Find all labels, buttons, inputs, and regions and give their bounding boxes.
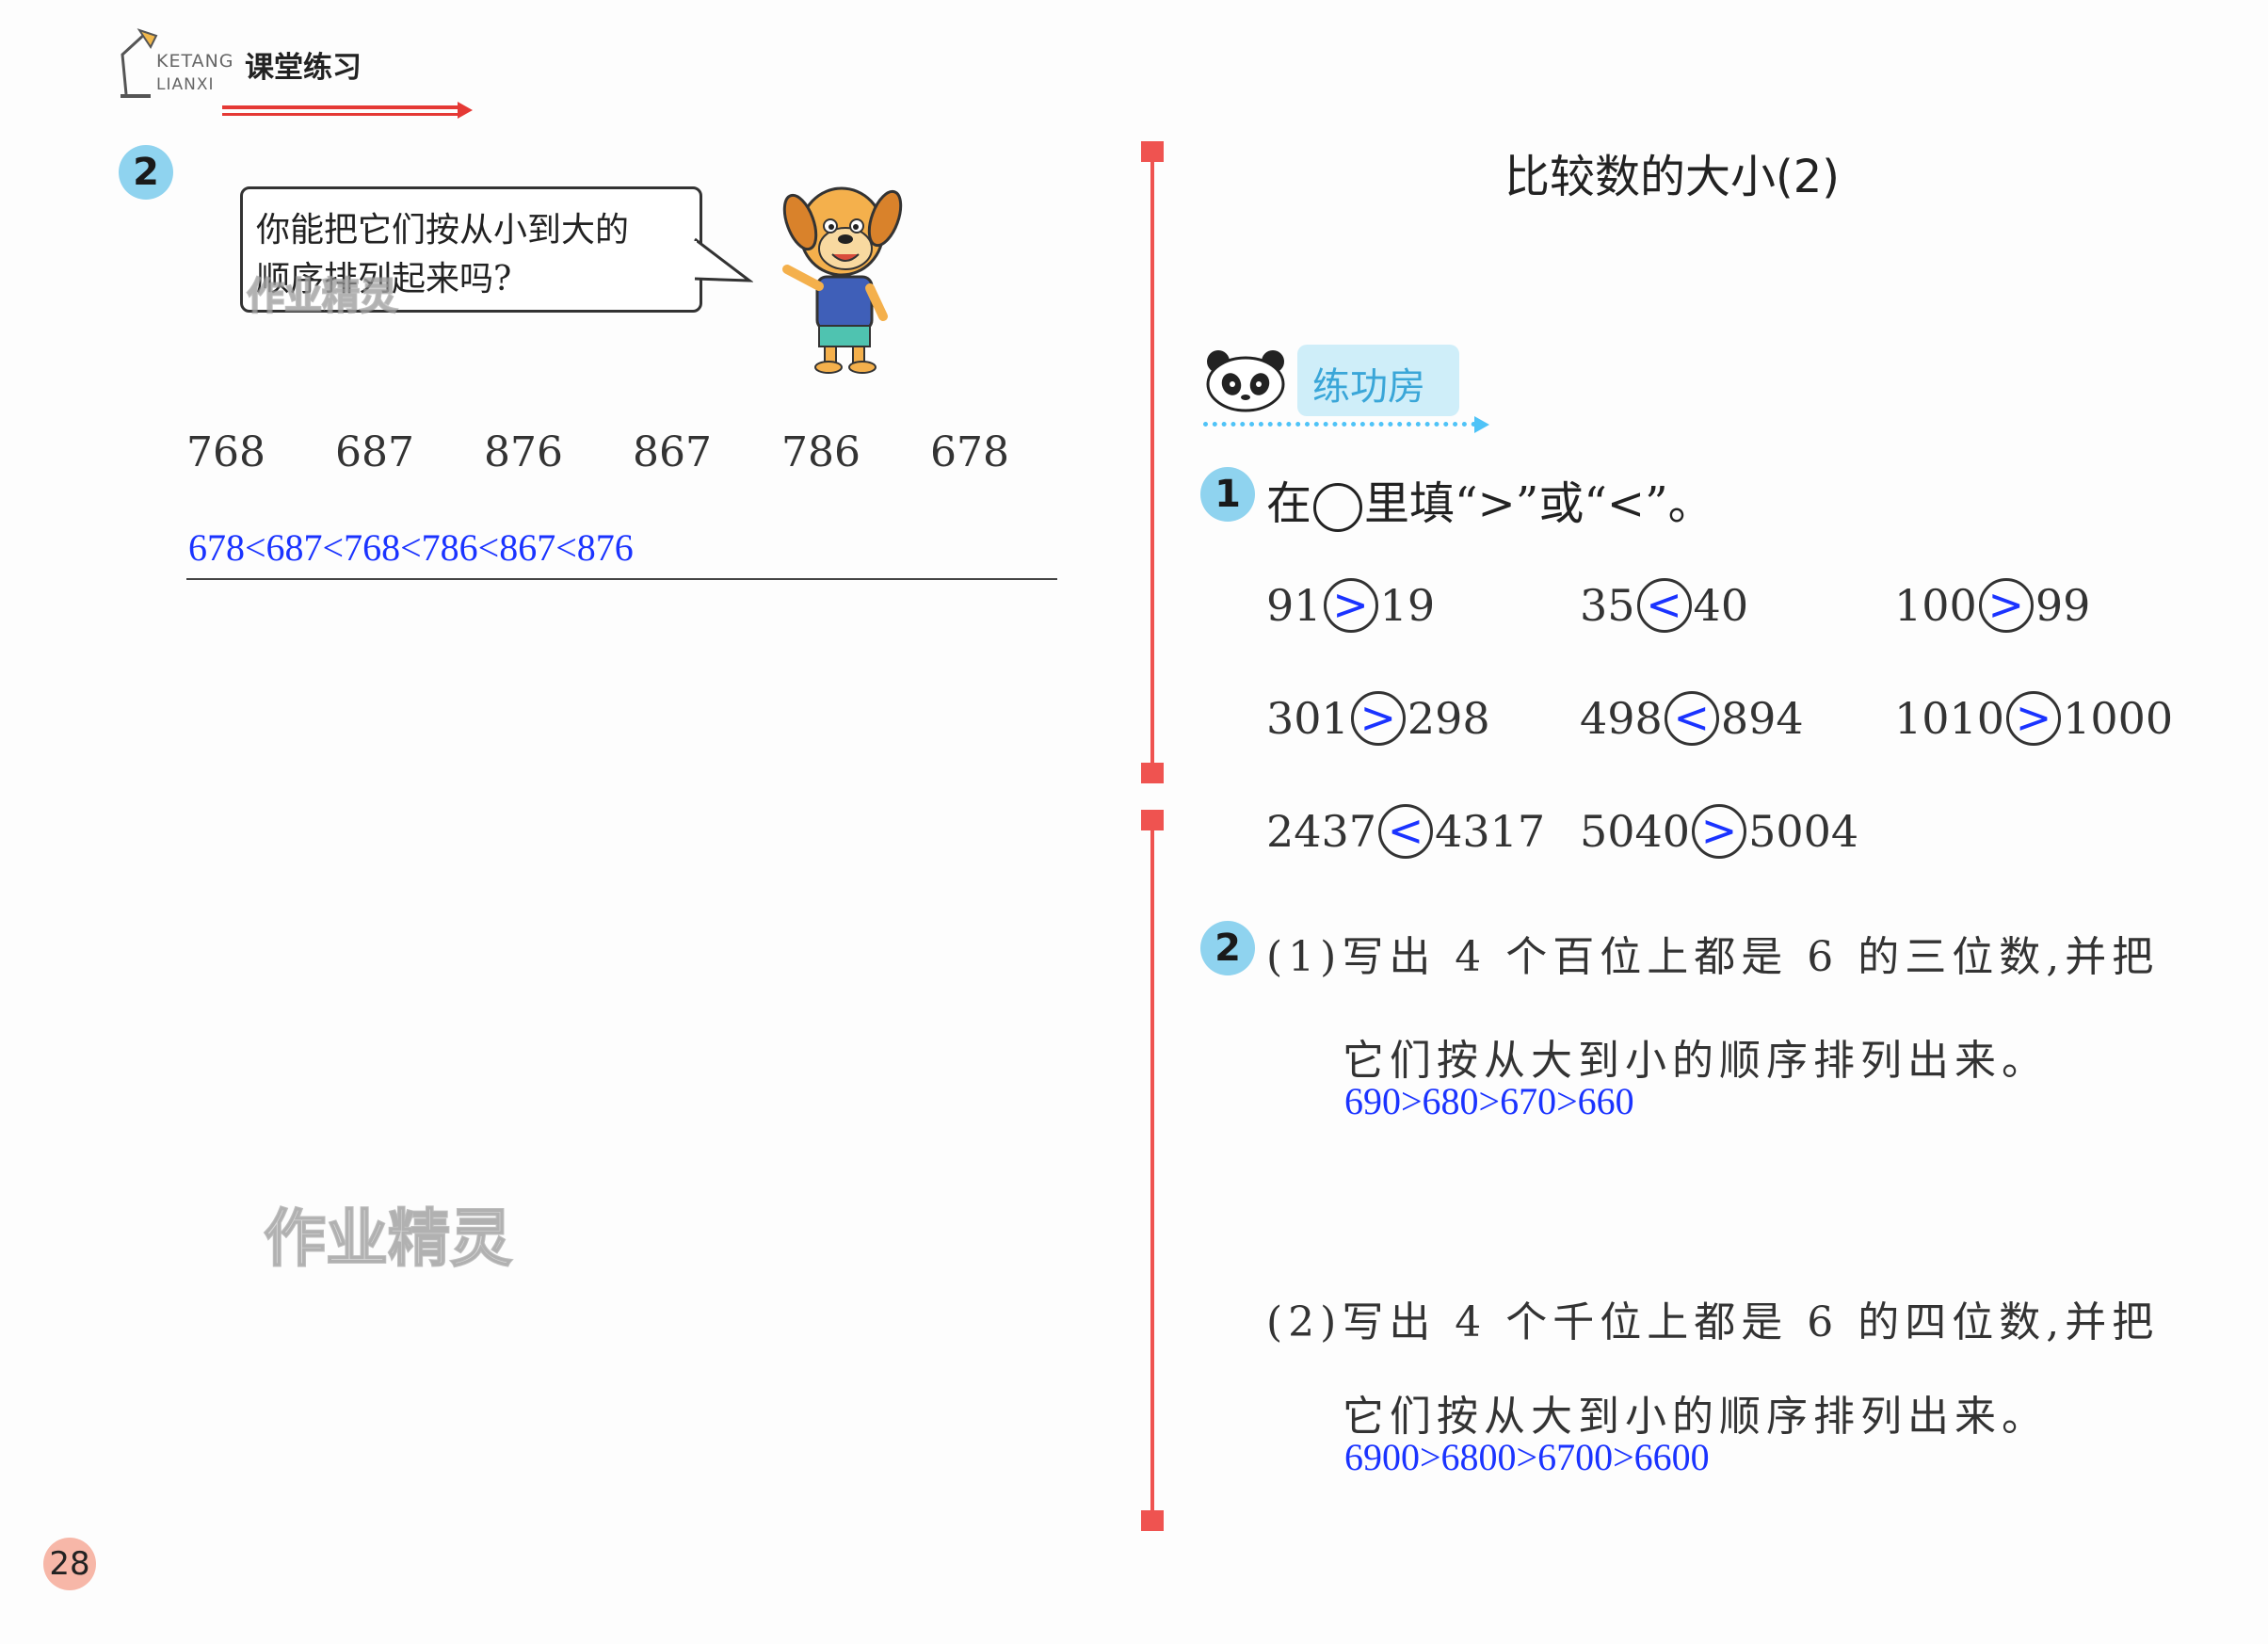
- answer-ascending: 678<687<768<786<867<876: [188, 526, 634, 569]
- q2-part1-line1: (1)写出 4 个百位上都是 6 的三位数,并把: [1266, 933, 2160, 981]
- comparison-right: 298: [1407, 693, 1490, 744]
- divider-cap: [1141, 1510, 1164, 1531]
- logo-english-line2: LIANXI: [156, 75, 215, 94]
- comparison-left: 498: [1580, 693, 1663, 744]
- number-item: 867: [633, 428, 712, 476]
- comparison-item: 100 >99: [1894, 578, 2091, 637]
- center-divider-bottom: [1150, 817, 1154, 1527]
- logo-chinese-title: 课堂练习: [245, 51, 362, 85]
- number-item: 768: [186, 428, 265, 476]
- comparison-item: 35 <40: [1580, 578, 1749, 637]
- comparison-right: 19: [1379, 580, 1436, 631]
- question-2-badge: 2: [119, 145, 173, 200]
- answer-line: [186, 578, 1057, 580]
- logo-underline: [222, 105, 458, 109]
- comparison-right: 1000: [2063, 693, 2174, 744]
- watermark-large: 作业精灵: [263, 1201, 513, 1276]
- comparison-item: 91 >19: [1266, 578, 1436, 637]
- comparison-right: 40: [1693, 580, 1749, 631]
- logo-arrow-icon: [458, 102, 473, 119]
- divider-cap: [1141, 810, 1164, 830]
- question-1-badge: 1: [1200, 467, 1255, 522]
- desk-lamp-icon: [121, 28, 158, 98]
- number-item: 687: [335, 428, 414, 476]
- comparison-sign-answer: >: [1323, 578, 1378, 633]
- header-logo: KETANG LIANXI 课堂练习: [113, 26, 473, 119]
- comparison-sign-answer: <: [1378, 804, 1434, 859]
- comparison-left: 100: [1894, 580, 1977, 631]
- comparison-left: 1010: [1894, 693, 2005, 744]
- comparison-sign-answer: >: [1978, 578, 2034, 633]
- page-number-badge: 28: [43, 1538, 96, 1590]
- q1-text-post: 里填“>”或“<”。: [1364, 477, 1713, 530]
- comparison-left: 2437: [1266, 806, 1377, 857]
- comparison-sign-answer: >: [1692, 804, 1747, 859]
- comparison-left: 5040: [1580, 806, 1691, 857]
- center-divider-top: [1150, 149, 1154, 772]
- q2-part2-line2: 它们按从大到小的顺序排列出来。: [1343, 1393, 2049, 1441]
- bubble-tail: [693, 237, 753, 282]
- q2-part2-line1: (2)写出 4 个千位上都是 6 的四位数,并把: [1266, 1298, 2160, 1346]
- number-item: 786: [781, 428, 861, 476]
- number-item: 678: [930, 428, 1009, 476]
- comparison-left: 91: [1266, 580, 1322, 631]
- circle-icon: [1313, 482, 1363, 532]
- comparison-right: 5004: [1748, 806, 1859, 857]
- question-2-right-badge: 2: [1200, 921, 1255, 975]
- comparison-item: 5040 >5004: [1580, 804, 1859, 862]
- logo-underline-2: [222, 113, 458, 116]
- divider-cap: [1141, 141, 1164, 162]
- comparison-item: 498 <894: [1580, 691, 1804, 749]
- section-header: 练功房: [1297, 345, 1459, 416]
- question-1-text: 在里填“>”或“<”。: [1266, 466, 1713, 532]
- logo-english-line1: KETANG: [156, 51, 234, 72]
- cartoon-dog-icon: [782, 186, 903, 374]
- page-title: 比较数的大小(2): [1504, 151, 1840, 203]
- comparison-left: 301: [1266, 693, 1349, 744]
- section-dotted-line: [1203, 422, 1476, 427]
- q1-text-pre: 在: [1266, 477, 1312, 530]
- q2-part1-answer: 690>680>670>660: [1344, 1080, 1634, 1122]
- number-item: 876: [484, 428, 563, 476]
- q2-part2-answer: 6900>6800>6700>6600: [1344, 1436, 1710, 1478]
- comparison-item: 2437 <4317: [1266, 804, 1546, 862]
- dotted-arrow-icon: [1474, 416, 1489, 433]
- section-label: 练功房: [1312, 365, 1425, 409]
- comparison-item: 301 >298: [1266, 691, 1490, 749]
- comparison-right: 4317: [1435, 806, 1546, 857]
- workbook-page: KETANG LIANXI 课堂练习 2 你能把它们按从小到大的 顺序排列起来吗…: [0, 0, 2268, 1644]
- watermark-small: 作业精灵: [246, 274, 398, 319]
- comparison-right: 894: [1720, 693, 1804, 744]
- q2-part1-line2: 它们按从大到小的顺序排列出来。: [1343, 1037, 2049, 1085]
- comparison-sign-answer: >: [1350, 691, 1406, 746]
- comparison-sign-answer: <: [1636, 578, 1692, 633]
- comparison-item: 1010 >1000: [1894, 691, 2174, 749]
- comparison-right: 99: [2035, 580, 2091, 631]
- bubble-text-line1: 你能把它们按从小到大的: [256, 211, 630, 250]
- comparison-left: 35: [1580, 580, 1635, 631]
- comparison-sign-answer: <: [1664, 691, 1719, 746]
- panda-icon: [1206, 350, 1285, 412]
- divider-cap: [1141, 763, 1164, 783]
- comparison-sign-answer: >: [2006, 691, 2062, 746]
